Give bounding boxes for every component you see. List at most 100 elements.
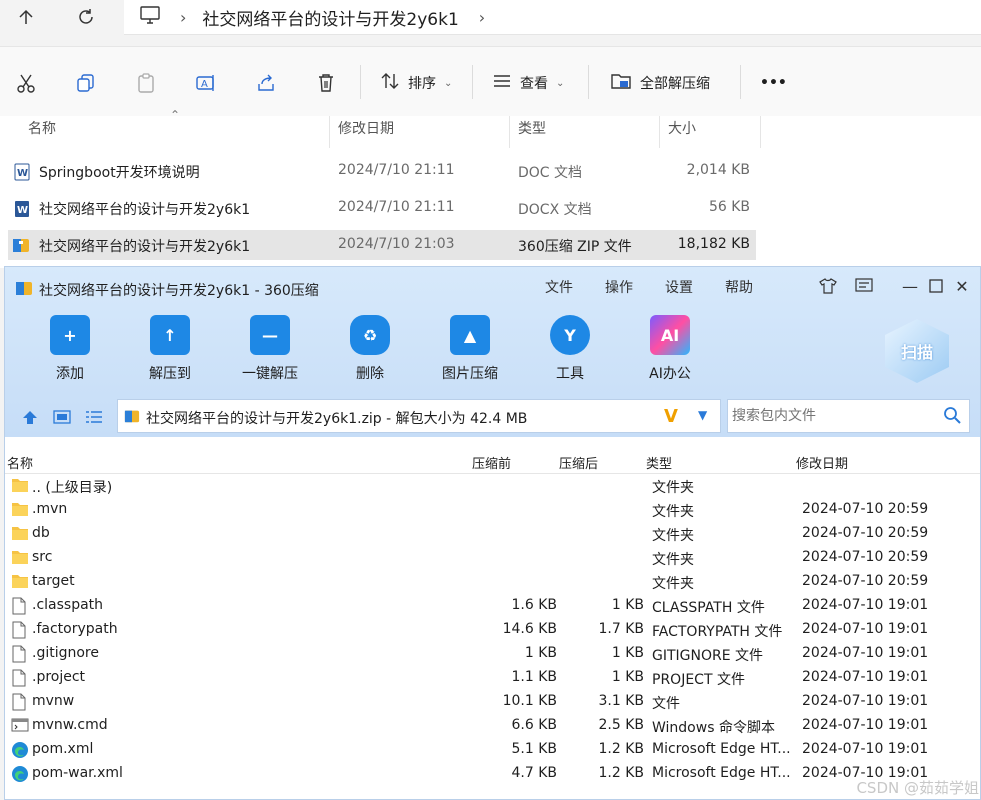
archive-row[interactable]: pom.xml5.1 KB1.2 KBMicrosoft Edge HT...2… <box>5 738 980 762</box>
archive-row[interactable]: pom-war.xml4.7 KB1.2 KBMicrosoft Edge HT… <box>5 762 980 786</box>
skin-shirt-icon[interactable] <box>817 275 839 297</box>
archive-row[interactable]: mvnw.cmd6.6 KB2.5 KBWindows 命令脚本2024-07-… <box>5 714 980 738</box>
refresh-icon[interactable] <box>66 0 106 34</box>
menu-operate[interactable]: 操作 <box>605 277 633 297</box>
file-modified: 2024/7/10 21:11 <box>338 199 455 215</box>
folder-icon <box>11 573 29 591</box>
archive-item-type: GITIGNORE 文件 <box>652 645 763 665</box>
archive-row[interactable]: src文件夹2024-07-10 20:59 <box>5 546 980 570</box>
view-button[interactable]: 查看 ⌄ <box>492 71 564 95</box>
add-folder-icon: + <box>50 315 90 355</box>
file-row[interactable]: W 社交网络平台的设计与开发2y6k1 2024/7/10 21:11 DOCX… <box>8 193 756 223</box>
image-compress-button[interactable]: ▲ 图片压缩 <box>430 315 510 385</box>
breadcrumb[interactable]: 社交网络平台的设计与开发2y6k1 <box>202 5 458 30</box>
zip-app-icon <box>15 279 33 301</box>
archive-item-name: pom-war.xml <box>32 765 123 781</box>
column-header-type[interactable]: 类型 <box>518 118 546 138</box>
up-directory-icon[interactable] <box>21 409 39 429</box>
archive-item-before-size: 6.6 KB <box>512 717 558 733</box>
extract-all-label: 全部解压缩 <box>640 73 710 93</box>
column-header-before[interactable]: 压缩前 <box>472 453 511 472</box>
zip-archive-icon <box>12 236 30 258</box>
toolbar-divider <box>360 65 361 99</box>
archive-column-headers: 名称 压缩前 压缩后 类型 修改日期 <box>5 451 980 474</box>
archive-row[interactable]: db文件夹2024-07-10 20:59 <box>5 522 980 546</box>
share-icon[interactable] <box>252 69 280 97</box>
add-button[interactable]: + 添加 <box>30 315 110 385</box>
up-arrow-icon[interactable] <box>6 0 46 34</box>
minimize-icon[interactable]: — <box>899 275 921 297</box>
extract-to-button[interactable]: ↑ 解压到 <box>130 315 210 385</box>
folder-icon <box>11 525 29 543</box>
column-header-name[interactable]: 名称 <box>28 118 56 138</box>
archive-row[interactable]: mvnw10.1 KB3.1 KB文件2024-07-10 19:01 <box>5 690 980 714</box>
column-header-modified[interactable]: 修改日期 <box>796 453 848 472</box>
tools-button[interactable]: Y 工具 <box>530 315 610 385</box>
search-box[interactable] <box>727 399 970 433</box>
sort-label: 排序 <box>408 73 436 93</box>
cut-icon[interactable] <box>12 69 40 97</box>
sort-button[interactable]: 排序 ⌄ <box>380 71 452 95</box>
svg-text:W: W <box>17 205 28 216</box>
feedback-icon[interactable] <box>853 275 875 297</box>
archive-row[interactable]: .classpath1.6 KB1 KBCLASSPATH 文件2024-07-… <box>5 594 980 618</box>
column-header-after[interactable]: 压缩后 <box>559 453 598 472</box>
archive-row[interactable]: target文件夹2024-07-10 20:59 <box>5 570 980 594</box>
more-options-button[interactable]: ••• <box>760 71 787 95</box>
file-row-selected[interactable]: 社交网络平台的设计与开发2y6k1 2024/7/10 21:03 360压缩 … <box>8 230 756 260</box>
chevron-down-icon: ⌄ <box>444 78 452 89</box>
maximize-icon[interactable] <box>925 275 947 297</box>
archive-item-after-size: 1.2 KB <box>599 741 645 757</box>
file-size: 18,182 KB <box>678 236 750 252</box>
archive-item-type: PROJECT 文件 <box>652 669 745 689</box>
column-header-modified[interactable]: 修改日期 <box>338 118 394 138</box>
archive-item-modified: 2024-07-10 19:01 <box>802 741 928 757</box>
archive-item-name: .project <box>32 669 85 685</box>
paste-icon[interactable] <box>132 69 160 97</box>
search-input[interactable] <box>730 406 934 424</box>
archive-path-text: 社交网络平台的设计与开发2y6k1.zip - 解包大小为 42.4 MB <box>146 408 527 428</box>
menu-settings[interactable]: 设置 <box>665 277 693 297</box>
archive-item-name: target <box>32 573 75 589</box>
archive-item-before-size: 1.6 KB <box>512 597 558 613</box>
delete-button[interactable]: ♻ 删除 <box>330 315 410 385</box>
list-view-icon[interactable] <box>85 409 103 429</box>
one-click-extract-button[interactable]: — 一键解压 <box>230 315 310 385</box>
thumbnail-view-icon[interactable] <box>53 409 71 429</box>
archive-row[interactable]: .. (上级目录)文件夹 <box>5 474 980 498</box>
archive-item-type: 文件夹 <box>652 525 694 545</box>
search-icon[interactable] <box>943 406 961 428</box>
ai-office-button[interactable]: AI AI办公 <box>630 315 710 385</box>
archive-item-before-size: 10.1 KB <box>503 693 557 709</box>
archive-item-before-size: 5.1 KB <box>512 741 558 757</box>
close-icon[interactable]: ✕ <box>951 275 973 297</box>
delete-icon[interactable] <box>312 69 340 97</box>
chevron-right-icon[interactable]: › <box>479 8 485 27</box>
ai-icon: AI <box>650 315 690 355</box>
svg-text:A: A <box>201 79 208 90</box>
copy-icon[interactable] <box>72 69 100 97</box>
menu-help[interactable]: 帮助 <box>725 277 753 297</box>
rename-icon[interactable]: A <box>192 69 220 97</box>
file-row[interactable]: W Springboot开发环境说明 2024/7/10 21:11 DOC 文… <box>8 156 756 186</box>
menu-file[interactable]: 文件 <box>545 277 573 297</box>
column-header-name[interactable]: 名称 <box>7 453 33 472</box>
extract-all-button[interactable]: 全部解压缩 <box>610 71 710 95</box>
archive-item-after-size: 1 KB <box>612 645 644 661</box>
archive-row[interactable]: .gitignore1 KB1 KBGITIGNORE 文件2024-07-10… <box>5 642 980 666</box>
extract-to-icon: ↑ <box>150 315 190 355</box>
archive-path-bar[interactable]: 社交网络平台的设计与开发2y6k1.zip - 解包大小为 42.4 MB V … <box>117 399 721 433</box>
archive-row[interactable]: .project1.1 KB1 KBPROJECT 文件2024-07-10 1… <box>5 666 980 690</box>
column-header-type[interactable]: 类型 <box>646 453 672 472</box>
command-bar: A 排序 ⌄ 查看 ⌄ 全部解压缩 ••• <box>0 46 981 118</box>
archive-row[interactable]: .factorypath14.6 KB1.7 KBFACTORYPATH 文件2… <box>5 618 980 642</box>
dropdown-arrow-icon[interactable]: ▼ <box>698 408 707 422</box>
archive-item-after-size: 1 KB <box>612 669 644 685</box>
ai-office-label: AI办公 <box>630 363 710 383</box>
archive-row[interactable]: .mvn文件夹2024-07-10 20:59 <box>5 498 980 522</box>
archive-item-type: FACTORYPATH 文件 <box>652 621 782 641</box>
address-bar[interactable]: › 社交网络平台的设计与开发2y6k1 › <box>124 0 981 35</box>
archive-item-modified: 2024-07-10 20:59 <box>802 525 928 541</box>
column-header-size[interactable]: 大小 <box>668 118 696 138</box>
verified-v-icon[interactable]: V <box>664 406 678 427</box>
